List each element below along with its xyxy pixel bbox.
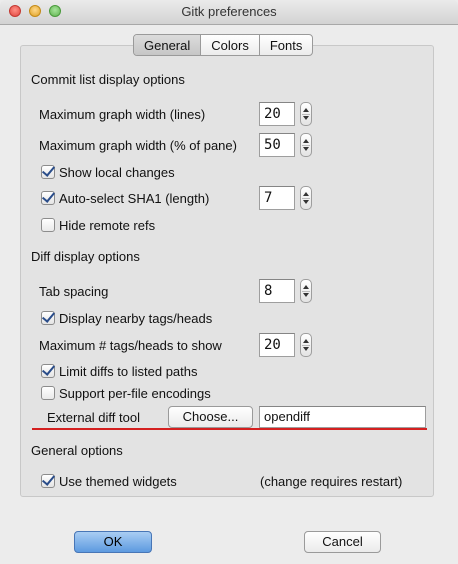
auto-select-sha1-label: Auto-select SHA1 (length) — [59, 191, 210, 206]
max-graph-width-lines-label: Maximum graph width (lines) — [39, 107, 206, 122]
title-bar: Gitk preferences — [0, 0, 458, 25]
window-title: Gitk preferences — [181, 4, 277, 19]
tab-fonts[interactable]: Fonts — [260, 35, 313, 55]
arrow-down-icon — [303, 293, 309, 297]
auto-select-sha1-checkbox[interactable] — [41, 191, 55, 205]
general-options-heading: General options — [31, 443, 123, 458]
arrow-down-icon — [303, 347, 309, 351]
max-tags-label: Maximum # tags/heads to show — [39, 338, 222, 353]
sha1-length-stepper[interactable] — [300, 186, 312, 210]
max-tags-stepper[interactable] — [300, 333, 312, 357]
arrow-down-icon — [303, 147, 309, 151]
cancel-button[interactable]: Cancel — [304, 531, 381, 553]
arrow-up-icon — [303, 108, 309, 112]
limit-diffs-checkbox[interactable] — [41, 364, 55, 378]
show-local-changes-label: Show local changes — [59, 165, 175, 180]
per-file-encodings-checkbox[interactable] — [41, 386, 55, 400]
annotation-underline — [32, 428, 427, 430]
hide-remote-refs-checkbox[interactable] — [41, 218, 55, 232]
themed-widgets-label: Use themed widgets — [59, 474, 177, 489]
nearby-tags-checkbox[interactable] — [41, 311, 55, 325]
restart-note: (change requires restart) — [260, 474, 403, 489]
arrow-up-icon — [303, 139, 309, 143]
preferences-window: Gitk preferences General Colors Fonts Co… — [0, 0, 458, 564]
max-graph-width-pct-input[interactable]: 50 — [259, 133, 295, 157]
tab-spacing-label: Tab spacing — [39, 284, 109, 299]
themed-widgets-checkbox[interactable] — [41, 474, 55, 488]
limit-diffs-label: Limit diffs to listed paths — [59, 364, 198, 379]
arrow-down-icon — [303, 116, 309, 120]
diff-options-heading: Diff display options — [31, 249, 140, 264]
per-file-encodings-label: Support per-file encodings — [59, 386, 211, 401]
tab-general[interactable]: General — [134, 35, 202, 55]
arrow-up-icon — [303, 285, 309, 289]
arrow-down-icon — [303, 200, 309, 204]
nearby-tags-label: Display nearby tags/heads — [59, 311, 213, 326]
max-graph-width-lines-input[interactable]: 20 — [259, 102, 295, 126]
tab-spacing-stepper[interactable] — [300, 279, 312, 303]
max-graph-width-pct-label: Maximum graph width (% of pane) — [39, 138, 237, 153]
tab-spacing-input[interactable]: 8 — [259, 279, 295, 303]
choose-diff-tool-button[interactable]: Choose... — [168, 406, 253, 428]
max-graph-width-pct-stepper[interactable] — [300, 133, 312, 157]
max-graph-width-lines-stepper[interactable] — [300, 102, 312, 126]
hide-remote-refs-label: Hide remote refs — [59, 218, 156, 233]
commit-options-heading: Commit list display options — [31, 72, 185, 87]
tab-colors[interactable]: Colors — [201, 35, 260, 55]
tab-bar: General Colors Fonts — [133, 34, 314, 56]
max-tags-input[interactable]: 20 — [259, 333, 295, 357]
show-local-changes-checkbox[interactable] — [41, 165, 55, 179]
arrow-up-icon — [303, 192, 309, 196]
sha1-length-input[interactable]: 7 — [259, 186, 295, 210]
ok-button[interactable]: OK — [74, 531, 152, 553]
external-diff-input[interactable]: opendiff — [259, 406, 426, 428]
external-diff-label: External diff tool — [47, 410, 140, 425]
arrow-up-icon — [303, 339, 309, 343]
